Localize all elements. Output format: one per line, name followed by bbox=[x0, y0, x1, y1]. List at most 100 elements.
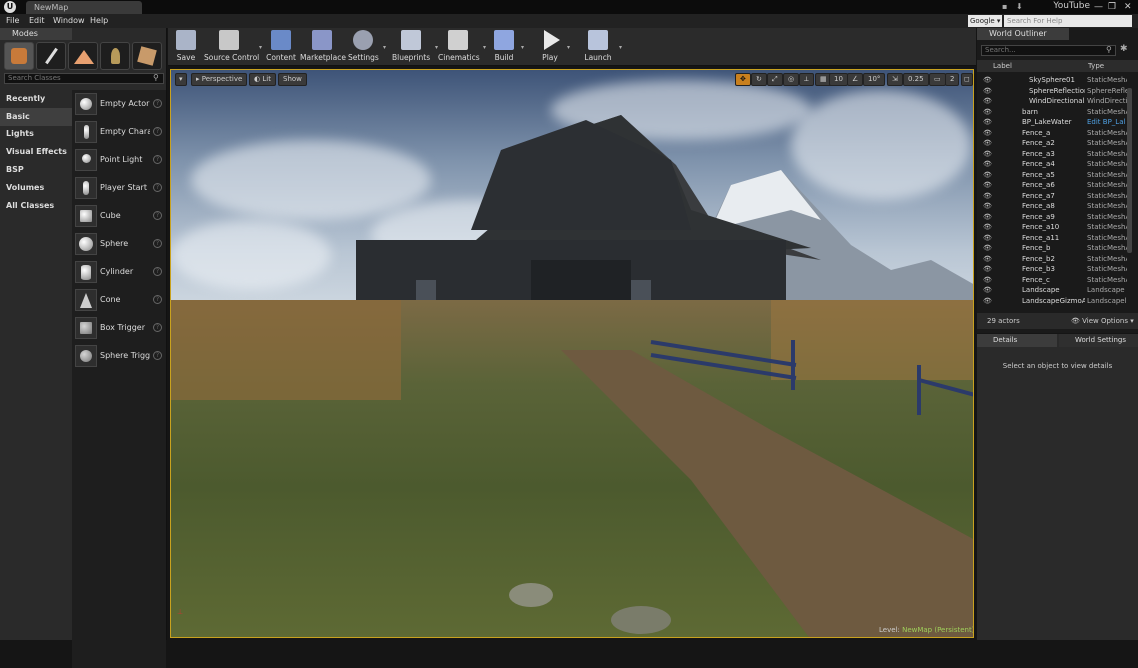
label-column[interactable]: Label bbox=[993, 62, 1012, 70]
place-mode-icon[interactable] bbox=[4, 42, 34, 70]
table-row[interactable]: 👁 BP_LakeWater Edit BP_Lal bbox=[977, 117, 1127, 128]
category-bsp[interactable]: BSP bbox=[0, 161, 72, 179]
cinematics-button[interactable]: Cinematics ▾ bbox=[438, 30, 486, 66]
table-row[interactable]: 👁 Landscape Landscape bbox=[977, 285, 1127, 296]
scale-tool-icon[interactable]: ⤢ bbox=[767, 73, 783, 86]
table-row[interactable]: 👁 Fence_a8 StaticMeshA bbox=[977, 201, 1127, 212]
visibility-eye-icon[interactable]: 👁 bbox=[983, 233, 992, 243]
help-icon[interactable]: ? bbox=[153, 239, 162, 248]
category-visual-effects[interactable]: Visual Effects bbox=[0, 143, 72, 161]
rotation-snap-value[interactable]: 10° bbox=[863, 73, 886, 86]
viewport-options-dropdown[interactable]: ▾ bbox=[175, 73, 187, 86]
visibility-eye-icon[interactable]: 👁 bbox=[983, 264, 992, 274]
modes-tab[interactable]: Modes bbox=[0, 28, 72, 40]
list-item[interactable]: Cone? bbox=[72, 286, 166, 314]
rotate-tool-icon[interactable]: ↻ bbox=[751, 73, 767, 86]
visibility-eye-icon[interactable]: 👁 bbox=[983, 117, 992, 127]
table-row[interactable]: 👁 WindDirectionalS WindDirecti bbox=[977, 96, 1127, 107]
table-row[interactable]: 👁 Fence_a2 StaticMeshA bbox=[977, 138, 1127, 149]
world-settings-tab[interactable]: World Settings bbox=[1059, 334, 1138, 347]
save-button[interactable]: Save bbox=[172, 30, 200, 66]
settings-icon[interactable]: ✱ bbox=[1120, 44, 1128, 54]
foliage-mode-icon[interactable] bbox=[100, 42, 130, 70]
menu-help[interactable]: Help bbox=[90, 16, 108, 25]
outliner-search-input[interactable]: Search... bbox=[981, 45, 1116, 56]
help-icon[interactable]: ? bbox=[153, 127, 162, 136]
source-control-button[interactable]: Source Control ▾ bbox=[204, 30, 262, 66]
launch-button[interactable]: Launch ▾ bbox=[582, 30, 622, 66]
table-row[interactable]: 👁 Fence_a10 StaticMeshA bbox=[977, 222, 1127, 233]
details-tab[interactable]: Details bbox=[977, 334, 1057, 347]
outliner-scrollbar[interactable] bbox=[1127, 88, 1132, 253]
table-row[interactable]: 👁 Fence_c StaticMeshA bbox=[977, 275, 1127, 286]
minimize-button[interactable]: — bbox=[1094, 2, 1103, 12]
search-classes-input[interactable]: Search Classes bbox=[4, 73, 164, 84]
download-icon[interactable]: ⬇ bbox=[1016, 2, 1023, 11]
account-name[interactable]: YouTube bbox=[1053, 1, 1090, 11]
chat-icon[interactable]: ▪ bbox=[1002, 2, 1007, 11]
help-icon[interactable]: ? bbox=[153, 211, 162, 220]
actor-type[interactable]: Edit BP_Lal bbox=[1087, 117, 1127, 127]
visibility-eye-icon[interactable]: 👁 bbox=[983, 222, 992, 232]
table-row[interactable]: 👁 Fence_a3 StaticMeshA bbox=[977, 149, 1127, 160]
search-engine-select[interactable]: Google ▾ bbox=[968, 15, 1002, 27]
geometry-mode-icon[interactable] bbox=[132, 42, 162, 70]
lit-dropdown[interactable]: ◐ Lit bbox=[249, 73, 276, 86]
category-recently-placed[interactable]: Recently Placed bbox=[0, 90, 72, 121]
table-row[interactable]: 👁 Fence_a9 StaticMeshA bbox=[977, 212, 1127, 223]
help-icon[interactable]: ? bbox=[153, 351, 162, 360]
help-icon[interactable]: ? bbox=[153, 183, 162, 192]
visibility-eye-icon[interactable]: 👁 bbox=[983, 96, 992, 106]
table-row[interactable]: 👁 SphereReflection SphereRefle bbox=[977, 86, 1127, 97]
category-lights[interactable]: Lights bbox=[0, 125, 72, 143]
visibility-eye-icon[interactable]: 👁 bbox=[983, 243, 992, 253]
maximize-viewport-icon[interactable]: ◻ bbox=[961, 73, 973, 86]
close-button[interactable]: ✕ bbox=[1124, 2, 1132, 12]
grid-snap-value[interactable]: 10 bbox=[829, 73, 848, 86]
perspective-dropdown[interactable]: ▸ Perspective bbox=[191, 73, 248, 86]
visibility-eye-icon[interactable]: 👁 bbox=[983, 285, 992, 295]
menu-file[interactable]: File bbox=[6, 16, 19, 25]
landscape-mode-icon[interactable] bbox=[68, 42, 98, 70]
paint-mode-icon[interactable] bbox=[36, 42, 66, 70]
category-all-classes[interactable]: All Classes bbox=[0, 197, 72, 215]
list-item[interactable]: Empty Charac? bbox=[72, 118, 166, 146]
table-row[interactable]: 👁 LandscapeGizmoActLandscapeli bbox=[977, 296, 1127, 307]
help-icon[interactable]: ? bbox=[153, 267, 162, 276]
settings-button[interactable]: Settings ▾ bbox=[348, 30, 386, 66]
visibility-eye-icon[interactable]: 👁 bbox=[983, 149, 992, 159]
view-options-button[interactable]: 👁 View Options ▾ bbox=[1071, 317, 1134, 325]
level-viewport[interactable]: ▾ ▸ Perspective ◐ Lit Show ✥ ↻ ⤢ ◎ ⟂ ▦ 1… bbox=[170, 69, 974, 638]
list-item[interactable]: Sphere Trigge? bbox=[72, 342, 166, 370]
menu-window[interactable]: Window bbox=[53, 16, 85, 25]
list-item[interactable]: Box Trigger? bbox=[72, 314, 166, 342]
table-row[interactable]: 👁 Fence_b2 StaticMeshA bbox=[977, 254, 1127, 265]
visibility-eye-icon[interactable]: 👁 bbox=[983, 254, 992, 264]
rotation-snap-icon[interactable]: ∠ bbox=[847, 73, 864, 86]
blueprints-button[interactable]: Blueprints ▾ bbox=[392, 30, 438, 66]
help-search-input[interactable]: Search For Help bbox=[1004, 15, 1132, 27]
menu-edit[interactable]: Edit bbox=[29, 16, 45, 25]
visibility-eye-icon[interactable]: 👁 bbox=[983, 107, 992, 117]
build-button[interactable]: Build ▾ bbox=[492, 30, 524, 66]
visibility-eye-icon[interactable]: 👁 bbox=[983, 86, 992, 96]
maximize-button[interactable]: ❐ bbox=[1108, 2, 1116, 12]
table-row[interactable]: 👁 Fence_b3 StaticMeshA bbox=[977, 264, 1127, 275]
visibility-eye-icon[interactable]: 👁 bbox=[983, 296, 992, 306]
visibility-eye-icon[interactable]: 👁 bbox=[983, 212, 992, 222]
table-row[interactable]: 👁 Fence_a4 StaticMeshA bbox=[977, 159, 1127, 170]
type-column[interactable]: Type bbox=[1088, 62, 1104, 70]
scale-snap-value[interactable]: 0.25 bbox=[903, 73, 929, 86]
content-button[interactable]: Content bbox=[266, 30, 296, 66]
visibility-eye-icon[interactable]: 👁 bbox=[983, 159, 992, 169]
table-row[interactable]: 👁 Fence_a5 StaticMeshA bbox=[977, 170, 1127, 181]
marketplace-button[interactable]: Marketplace bbox=[300, 30, 346, 66]
list-item[interactable]: Empty Actor? bbox=[72, 90, 166, 118]
table-row[interactable]: 👁 Fence_a StaticMeshA bbox=[977, 128, 1127, 139]
list-item[interactable]: Point Light? bbox=[72, 146, 166, 174]
surface-snap-icon[interactable]: ⟂ bbox=[799, 73, 814, 86]
translate-tool-icon[interactable]: ✥ bbox=[735, 73, 751, 86]
world-local-icon[interactable]: ◎ bbox=[783, 73, 800, 86]
help-icon[interactable]: ? bbox=[153, 323, 162, 332]
level-tab[interactable]: NewMap bbox=[26, 1, 142, 14]
